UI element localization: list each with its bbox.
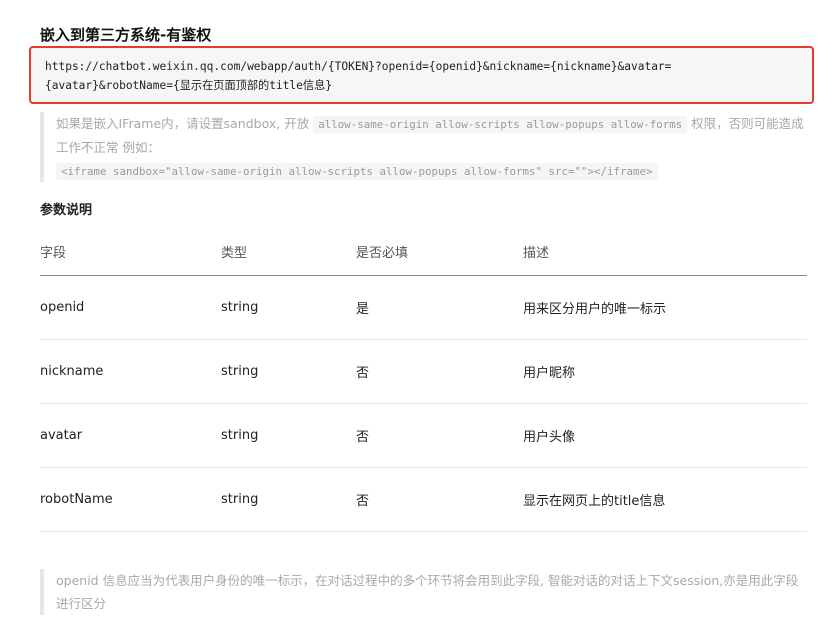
table-row: nickname string 否 用户昵称 xyxy=(40,339,807,404)
cell-description: 用户昵称 xyxy=(523,339,807,404)
params-heading: 参数说明 xyxy=(40,203,93,218)
header-description: 描述 xyxy=(523,228,807,276)
cell-field: avatar xyxy=(40,403,221,468)
url-code-line-1: https://chatbot.weixin.qq.com/webapp/aut… xyxy=(45,60,672,73)
cell-type: string xyxy=(221,403,356,468)
table-row: avatar string 否 用户头像 xyxy=(40,403,807,468)
iframe-example-code: <iframe sandbox="allow-same-origin allow… xyxy=(56,163,658,180)
note-text-a: 如果是嵌入IFrame内，请设置sandbox, 开放 xyxy=(56,116,314,131)
cell-description: 用户头像 xyxy=(523,403,807,468)
cell-required: 否 xyxy=(356,467,523,532)
url-code-line-2: {avatar}&robotName={显示在页面顶部的title信息} xyxy=(45,79,332,92)
cell-type: string xyxy=(221,339,356,404)
iframe-sandbox-note: 如果是嵌入IFrame内，请设置sandbox, 开放 allow-same-o… xyxy=(40,112,808,182)
table-header-row: 字段 类型 是否必填 描述 xyxy=(40,228,807,276)
header-required: 是否必填 xyxy=(356,228,523,276)
cell-type: string xyxy=(221,275,356,340)
table-row: openid string 是 用来区分用户的唯一标示 xyxy=(40,275,807,340)
cell-field: robotName xyxy=(40,467,221,532)
cell-description: 用来区分用户的唯一标示 xyxy=(523,275,807,340)
cell-field: nickname xyxy=(40,339,221,404)
cell-required: 是 xyxy=(356,275,523,340)
cell-description: 显示在网页上的title信息 xyxy=(523,467,807,532)
cell-required: 否 xyxy=(356,339,523,404)
params-table: 字段 类型 是否必填 描述 openid string 是 用来区分用户的唯一标… xyxy=(40,228,807,532)
section-title: 嵌入到第三方系统-有鉴权 xyxy=(40,26,212,44)
cell-required: 否 xyxy=(356,403,523,468)
sandbox-permissions-code: allow-same-origin allow-scripts allow-po… xyxy=(313,116,688,133)
cell-field: openid xyxy=(40,275,221,340)
url-code-block[interactable]: https://chatbot.weixin.qq.com/webapp/aut… xyxy=(29,46,814,104)
table-row: robotName string 否 显示在网页上的title信息 xyxy=(40,467,807,532)
header-type: 类型 xyxy=(221,228,356,276)
openid-note: openid 信息应当为代表用户身份的唯一标示，在对话过程中的多个环节将会用到此… xyxy=(40,569,808,615)
cell-type: string xyxy=(221,467,356,532)
header-field: 字段 xyxy=(40,228,221,276)
